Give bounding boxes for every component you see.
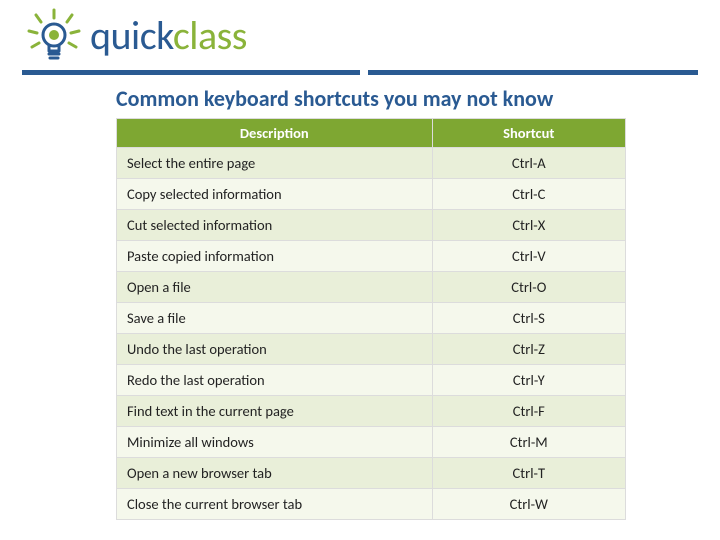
cell-description: Cut selected information [117,210,433,241]
header-divider [22,70,698,75]
cell-description: Open a file [117,272,433,303]
cell-description: Select the entire page [117,148,433,179]
table-row: Close the current browser tabCtrl-W [117,489,626,520]
cell-description: Open a new browser tab [117,458,433,489]
cell-shortcut: Ctrl-F [432,396,625,427]
cell-description: Minimize all windows [117,427,433,458]
cell-shortcut: Ctrl-S [432,303,625,334]
col-header-shortcut: Shortcut [432,119,625,148]
table-row: Minimize all windowsCtrl-M [117,427,626,458]
brand-header: quickclass [0,0,720,70]
cell-shortcut: Ctrl-Z [432,334,625,365]
cell-shortcut: Ctrl-W [432,489,625,520]
table-row: Undo the last operationCtrl-Z [117,334,626,365]
cell-description: Close the current browser tab [117,489,433,520]
cell-shortcut: Ctrl-O [432,272,625,303]
table-row: Paste copied informationCtrl-V [117,241,626,272]
cell-description: Redo the last operation [117,365,433,396]
cell-description: Find text in the current page [117,396,433,427]
page-title: Common keyboard shortcuts you may not kn… [116,85,720,112]
cell-shortcut: Ctrl-Y [432,365,625,396]
cell-shortcut: Ctrl-V [432,241,625,272]
cell-description: Copy selected information [117,179,433,210]
lightbulb-icon [22,7,86,63]
cell-shortcut: Ctrl-M [432,427,625,458]
table-row: Select the entire pageCtrl-A [117,148,626,179]
shortcuts-table: Description Shortcut Select the entire p… [116,118,626,520]
col-header-description: Description [117,119,433,148]
brand-wordmark: quickclass [90,11,247,60]
table-row: Copy selected informationCtrl-C [117,179,626,210]
table-row: Save a fileCtrl-S [117,303,626,334]
cell-description: Save a file [117,303,433,334]
table-row: Find text in the current pageCtrl-F [117,396,626,427]
table-row: Open a new browser tabCtrl-T [117,458,626,489]
cell-description: Paste copied information [117,241,433,272]
brand-part2: class [173,11,247,60]
cell-shortcut: Ctrl-C [432,179,625,210]
table-header-row: Description Shortcut [117,119,626,148]
brand-part1: quick [90,11,173,60]
table-row: Open a fileCtrl-O [117,272,626,303]
cell-shortcut: Ctrl-X [432,210,625,241]
cell-shortcut: Ctrl-A [432,148,625,179]
table-row: Redo the last operationCtrl-Y [117,365,626,396]
cell-shortcut: Ctrl-T [432,458,625,489]
table-row: Cut selected informationCtrl-X [117,210,626,241]
cell-description: Undo the last operation [117,334,433,365]
